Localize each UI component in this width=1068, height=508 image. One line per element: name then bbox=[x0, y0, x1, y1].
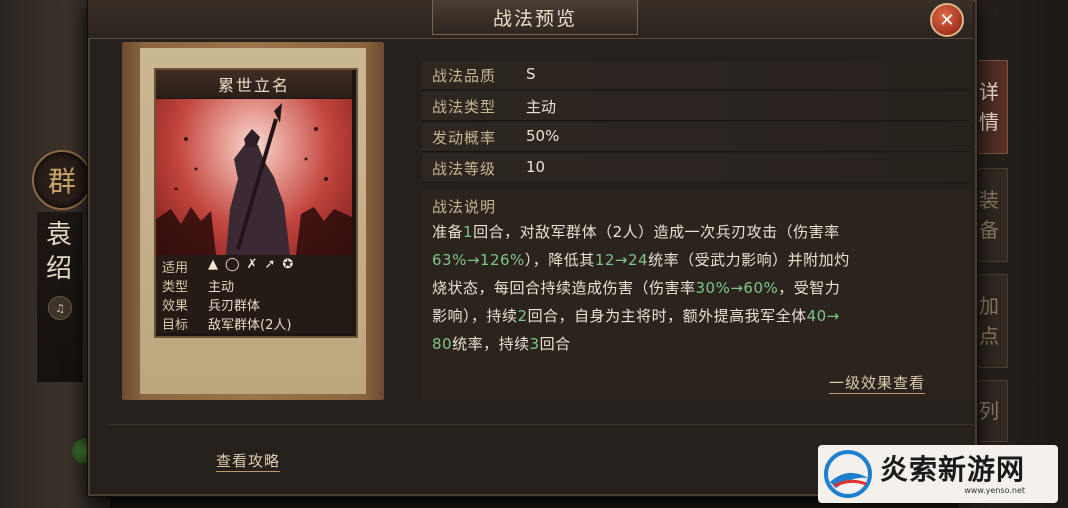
watermark-logo-icon bbox=[824, 450, 872, 498]
description-line: 63%→126%），降低其12→24统率（受武力影响）并附加灼 bbox=[432, 246, 950, 274]
watermark: 炎索新游网 www.yenso.net bbox=[818, 445, 1058, 503]
view-guide-link[interactable]: 查看攻略 bbox=[216, 450, 281, 472]
card-stat-key: 适用 bbox=[162, 261, 189, 276]
description-segment: 回合，自身为主将时，额外提高我军全体 bbox=[527, 307, 807, 325]
card-stat-value: 主动 bbox=[208, 280, 235, 295]
close-icon: ✕ bbox=[939, 9, 955, 31]
side-tab-char: 列 bbox=[979, 399, 999, 423]
skill-card-art bbox=[156, 99, 352, 255]
description-segment: ，受智力 bbox=[778, 279, 841, 297]
description-line: 烧状态，每回合持续造成伤害（伤害率30%→60%，受智力 bbox=[432, 274, 950, 302]
level-one-effect-link[interactable]: 一级效果查看 bbox=[829, 372, 926, 394]
description-segment: 烧状态，每回合持续造成伤害（伤害率 bbox=[432, 279, 696, 297]
info-key: 战法等级 bbox=[432, 160, 497, 178]
info-row-type: 战法类型 主动 bbox=[422, 92, 970, 121]
card-stat-key: 目标 bbox=[162, 318, 189, 333]
description-segment: 统率，持续 bbox=[452, 335, 530, 353]
value-highlight: 63%→126% bbox=[432, 251, 525, 269]
info-key: 战法类型 bbox=[432, 98, 497, 116]
card-stat-key: 类型 bbox=[162, 280, 189, 295]
cavalry-icon: ▲ bbox=[208, 257, 218, 272]
value-highlight: 80 bbox=[432, 335, 453, 353]
info-row-level: 战法等级 10 bbox=[422, 154, 970, 183]
description-segment: ），降低其 bbox=[524, 251, 595, 269]
siege-icon: ✪ bbox=[282, 257, 294, 272]
general-name: 袁绍 bbox=[45, 220, 72, 284]
value-highlight: 2 bbox=[517, 307, 528, 325]
info-key: 发动概率 bbox=[432, 129, 497, 147]
value-highlight: 12→24 bbox=[594, 251, 649, 269]
description-line: 80统率，持续3回合 bbox=[432, 330, 950, 358]
description-segment: 回合，对敌军群体（2人）造成一次兵刃攻击（伤害率 bbox=[473, 223, 840, 241]
bow-icon: ✗ bbox=[246, 257, 258, 272]
speaker-icon[interactable]: ♫ bbox=[48, 296, 72, 320]
description-title: 战法说明 bbox=[432, 198, 497, 216]
shield-icon: ◯ bbox=[225, 257, 240, 272]
card-stat-value: 敌军群体(2人) bbox=[208, 318, 292, 333]
info-value: 50% bbox=[526, 127, 560, 145]
close-button[interactable]: ✕ bbox=[930, 3, 964, 37]
description-segment: 回合 bbox=[539, 335, 571, 353]
value-highlight: 40→ bbox=[806, 307, 840, 325]
card-stat-row: 效果 兵刃群体 bbox=[162, 295, 260, 314]
info-key: 战法品质 bbox=[432, 67, 497, 85]
info-row-probability: 发动概率 50% bbox=[422, 123, 970, 152]
description-line: 影响），持续2回合，自身为主将时，额外提高我军全体40→ bbox=[432, 302, 950, 330]
info-value: 主动 bbox=[526, 98, 557, 116]
skill-card-name: 累世立名 bbox=[156, 70, 352, 98]
info-row-quality: 战法品质 S bbox=[422, 61, 970, 90]
side-tab-char: 备 bbox=[979, 218, 999, 242]
faction-badge: 群 bbox=[32, 150, 92, 210]
dialog-title: 战法预览 bbox=[432, 0, 638, 35]
side-tab-char: 详 bbox=[979, 80, 999, 104]
side-tab-char: 点 bbox=[979, 324, 999, 348]
side-tab-char: 情 bbox=[979, 110, 999, 134]
warrior-silhouette-icon bbox=[156, 103, 352, 255]
watermark-url: www.yenso.net bbox=[964, 485, 1026, 495]
side-tab-char: 装 bbox=[979, 188, 999, 212]
card-stat-row: 类型 主动 bbox=[162, 276, 234, 295]
spear-icon: ➚ bbox=[264, 257, 276, 272]
description-segment: 影响），持续 bbox=[432, 307, 518, 325]
card-stat-row: 适用 ▲ ◯ ✗ ➚ ✪ bbox=[162, 257, 293, 276]
description-segment: 统率（受武力影响）并附加灼 bbox=[648, 251, 850, 269]
value-highlight: 3 bbox=[529, 335, 540, 353]
card-stat-row: 目标 敌军群体(2人) bbox=[162, 314, 291, 333]
value-highlight: 30%→60% bbox=[695, 279, 779, 297]
divider bbox=[108, 424, 974, 425]
card-stat-key: 效果 bbox=[162, 299, 189, 314]
value-highlight: 1 bbox=[463, 223, 474, 241]
description-line: 准备1回合，对敌军群体（2人）造成一次兵刃攻击（伤害率 bbox=[432, 218, 950, 246]
watermark-name: 炎索新游网 bbox=[880, 452, 1026, 486]
info-value: 10 bbox=[526, 158, 546, 176]
skill-card-stats: 适用 ▲ ◯ ✗ ➚ ✪ 类型 主动 效果 兵刃群体 目标 敌军群体(2人) bbox=[156, 255, 352, 333]
description-segment: 准备 bbox=[432, 223, 464, 241]
card-stat-value: 兵刃群体 bbox=[208, 299, 261, 314]
side-tab-char: 加 bbox=[979, 294, 999, 318]
info-value: S bbox=[526, 65, 536, 83]
troop-type-icons: ▲ ◯ ✗ ➚ ✪ bbox=[208, 257, 293, 276]
description-text: 准备1回合，对敌军群体（2人）造成一次兵刃攻击（伤害率 63%→126%），降低其… bbox=[432, 218, 950, 358]
